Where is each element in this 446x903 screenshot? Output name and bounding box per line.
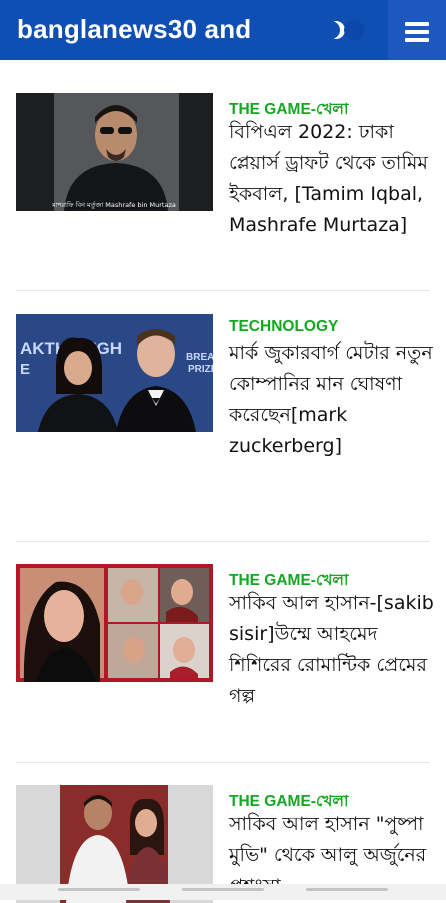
hamburger-bar (405, 38, 429, 42)
article-thumbnail[interactable]: AKTHR UGH E BREAK PRIZE (16, 314, 213, 432)
article-headline[interactable]: মার্ক জুকারবার্গ মেটার নতুন কোম্পানির মা… (229, 338, 434, 462)
article-category[interactable]: TECHNOLOGY (229, 318, 338, 336)
system-navigation-bar (0, 884, 446, 900)
divider (16, 762, 430, 763)
nav-handle[interactable] (182, 888, 264, 891)
site-title[interactable]: banglanews30 and (17, 14, 251, 45)
article-headline[interactable]: সাকিব আল হাসান-[sakib sisir]উম্মে আহমেদ … (229, 588, 434, 712)
moon-icon (322, 21, 340, 39)
theme-toggle[interactable] (326, 18, 370, 42)
article-headline[interactable]: বিপিএল 2022: ঢাকা প্লেয়ার্স ড্রাফট থেকে… (229, 117, 434, 241)
article-thumbnail[interactable] (16, 564, 213, 682)
nav-handle[interactable] (58, 888, 140, 891)
divider (16, 290, 430, 291)
menu-button[interactable] (388, 0, 446, 60)
thumbnail-text: PRIZE (188, 364, 213, 375)
hamburger-menu-icon (405, 22, 429, 26)
thumbnail-text: E (20, 361, 30, 378)
toggle-knob (344, 20, 364, 40)
nav-handle[interactable] (306, 888, 388, 891)
divider (16, 541, 430, 542)
thumbnail-caption: মাশরাফি বিন মর্তুজা Mashrafe bin Murtaza (51, 201, 176, 209)
article-thumbnail[interactable]: মাশরাফি বিন মর্তুজা Mashrafe bin Murtaza (16, 93, 213, 211)
hamburger-bar (405, 30, 429, 34)
top-app-bar: banglanews30 and (0, 0, 446, 60)
thumbnail-text: BREAK (186, 352, 213, 363)
